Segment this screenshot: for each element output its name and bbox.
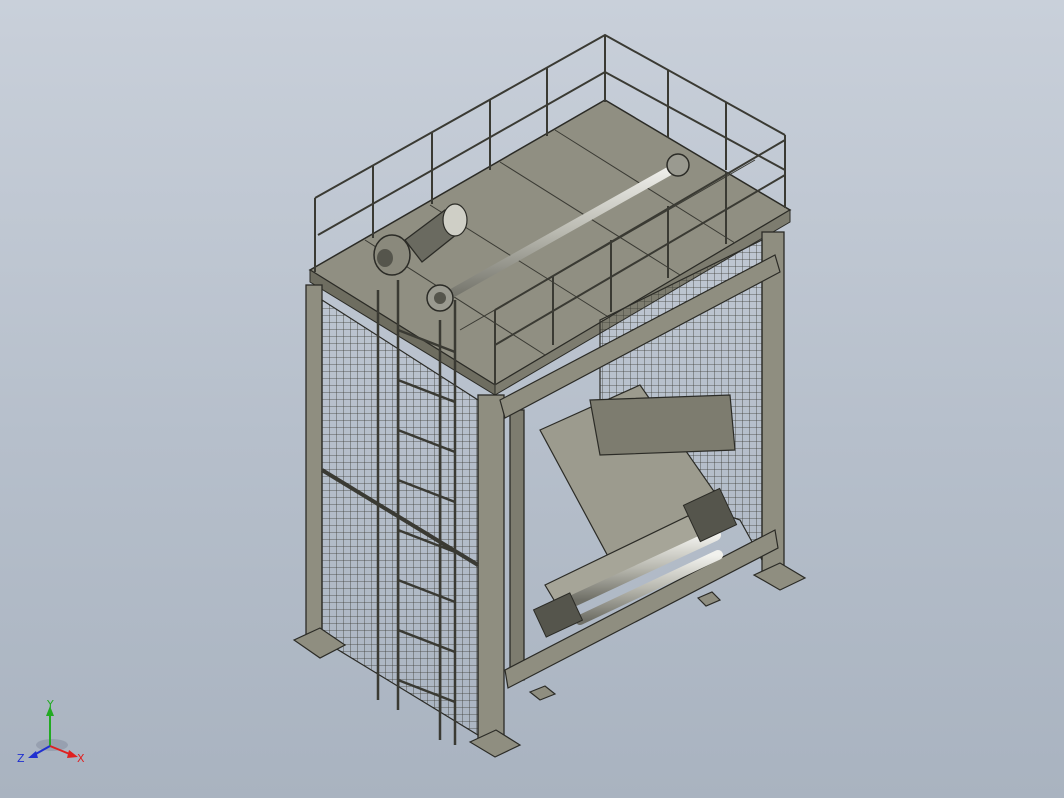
z-axis-label: Z [17,752,25,765]
z-axis-arrow-icon [28,751,38,758]
carriage-beam [589,394,736,456]
y-axis-label: Y [46,700,54,711]
3d-viewport[interactable]: Y X Z [0,0,1064,798]
machine-model[interactable] [0,0,1064,798]
orientation-triad: Y X Z [17,700,85,765]
x-axis-label: X [77,752,85,765]
